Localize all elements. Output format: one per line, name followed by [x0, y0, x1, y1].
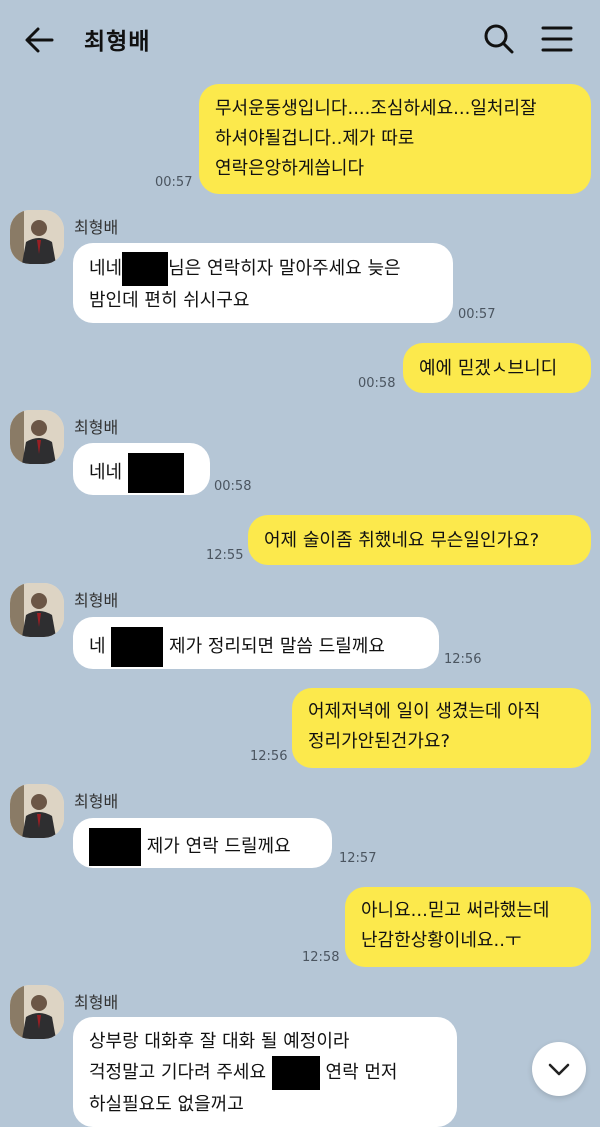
message-time: 12:55: [206, 548, 244, 563]
profile-photo: [10, 985, 64, 1039]
chat-title: 최형배: [84, 29, 151, 55]
arrow-left-icon: [25, 27, 54, 53]
sender-name: 최형배: [74, 591, 119, 610]
message-bubble-incoming[interactable]: 네네 님은 연락히자 말아주세요 늦은 밤인데 편히 쉬시구요: [73, 243, 453, 323]
profile-photo: [10, 583, 64, 637]
profile-photo: [10, 210, 64, 264]
message-line: 무서운동생입니다....조심하세요...일처리잘: [215, 98, 537, 119]
avatar[interactable]: [10, 410, 64, 464]
message-line: 하셔야될겁니다..제가 따로: [215, 128, 415, 149]
message-text: 걱정말고 기다려 주세요: [89, 1062, 267, 1083]
message-time: 00:57: [458, 307, 496, 322]
avatar[interactable]: [10, 210, 64, 264]
redaction-block: [122, 252, 169, 286]
avatar[interactable]: [10, 784, 64, 838]
message-text: 네네: [89, 258, 123, 279]
message-time: 12:58: [302, 950, 340, 965]
message-time: 12:57: [339, 851, 377, 866]
redaction-block: [89, 828, 141, 866]
profile-photo: [10, 410, 64, 464]
search-icon: [484, 24, 514, 54]
message-bubble-outgoing[interactable]: 아니요...믿고 써라했는데 난감한상황이네요..ㅜ: [345, 887, 591, 967]
message-line: 정리가안된건가요?: [308, 731, 451, 752]
message-line: 아니요...믿고 써라했는데: [361, 900, 550, 921]
message-line: 난감한상황이네요..ㅜ: [361, 930, 522, 951]
message-time: 00:58: [214, 479, 252, 494]
message-bubble-incoming[interactable]: 제가 연락 드릴께요: [73, 818, 332, 868]
sender-name: 최형배: [74, 792, 119, 811]
message-line: 연락은앙하게씁니다: [215, 158, 365, 179]
menu-button[interactable]: [540, 22, 574, 56]
message-bubble-incoming[interactable]: 네네: [73, 443, 210, 495]
message-bubble-outgoing[interactable]: 어제저녁에 일이 생겼는데 아직 정리가안된건가요?: [292, 688, 591, 768]
redaction-block: [127, 453, 184, 493]
message-bubble-outgoing[interactable]: 무서운동생입니다....조심하세요...일처리잘 하셔야될겁니다..제가 따로 …: [199, 84, 591, 194]
message-time: 12:56: [444, 652, 482, 667]
message-time: 00:58: [358, 376, 396, 391]
message-time: 12:56: [250, 749, 288, 764]
message-time: 00:57: [155, 175, 193, 190]
redaction-block: [271, 1056, 320, 1090]
avatar[interactable]: [10, 583, 64, 637]
message-bubble-outgoing[interactable]: 예에 믿겠ㅅ브니디: [403, 343, 591, 393]
message-bubble-incoming[interactable]: 네 제가 정리되면 말씀 드릴께요: [73, 617, 439, 669]
avatar[interactable]: [10, 985, 64, 1039]
back-button[interactable]: [22, 22, 58, 58]
message-bubble-incoming[interactable]: 상부랑 대화후 잘 대화 될 예정이라 걱정말고 기다려 주세요 연락 먼저 하…: [73, 1017, 457, 1127]
redaction-block: [111, 627, 164, 667]
message-text: 네네: [89, 462, 123, 483]
chevron-down-icon: [548, 1063, 570, 1076]
scroll-to-bottom-button[interactable]: [532, 1042, 586, 1096]
sender-name: 최형배: [74, 218, 119, 237]
message-text: 네: [89, 636, 106, 657]
sender-name: 최형배: [74, 418, 119, 437]
message-text: 예에 믿겠ㅅ브니디: [419, 358, 558, 379]
message-text: 제가 정리되면 말씀 드릴께요: [169, 636, 385, 657]
message-line: 하실필요도 없을꺼고: [89, 1094, 244, 1115]
message-line: 상부랑 대화후 잘 대화 될 예정이라: [89, 1031, 350, 1052]
sender-name: 최형배: [74, 993, 119, 1012]
message-text: 님은 연락히자 말아주세요 늦은: [168, 258, 401, 279]
message-line: 밤인데 편히 쉬시구요: [89, 290, 250, 311]
message-text: 제가 연락 드릴께요: [146, 836, 291, 857]
message-text: 연락 먼저: [325, 1062, 398, 1083]
message-line: 어제저녁에 일이 생겼는데 아직: [308, 701, 541, 722]
message-bubble-outgoing[interactable]: 어제 술이좀 취했네요 무슨일인가요?: [248, 515, 591, 565]
profile-photo: [10, 784, 64, 838]
search-button[interactable]: [482, 22, 516, 56]
chat-header: 최형배: [0, 0, 600, 78]
hamburger-menu-icon: [541, 26, 573, 52]
message-text: 어제 술이좀 취했네요 무슨일인가요?: [264, 530, 540, 551]
